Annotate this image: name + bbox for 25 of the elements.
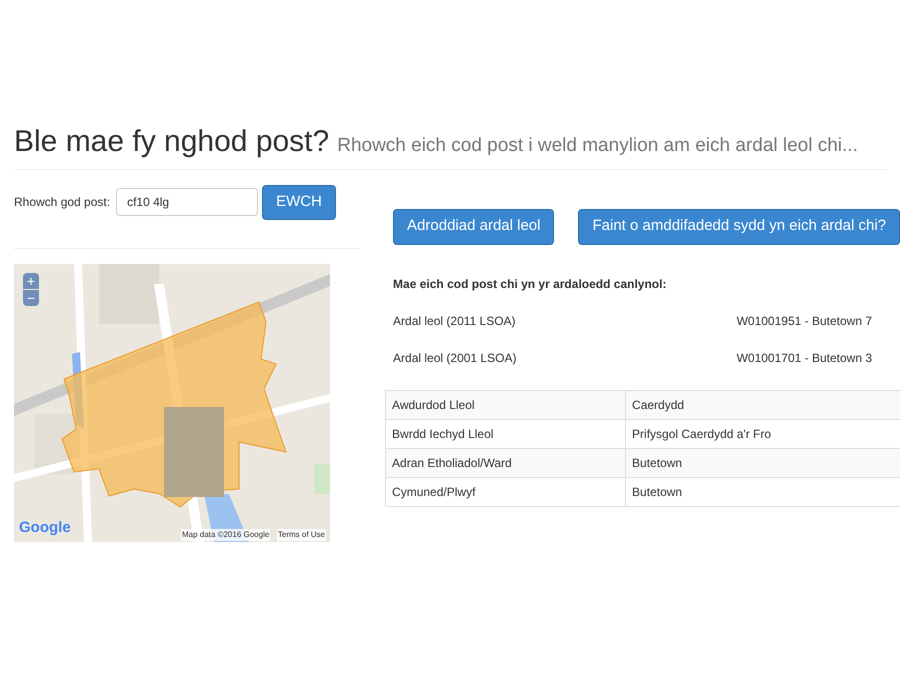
page-subtitle: Rhowch eich cod post i weld manylion am eich ardal leol chi...: [337, 134, 858, 158]
table-cell: Prifysgol Caerdydd a'r Fro: [626, 419, 900, 448]
postcode-label: Rhowch god post:: [14, 194, 110, 211]
zoom-out-button[interactable]: −: [23, 290, 39, 306]
map-logo: Google: [19, 518, 71, 538]
zoom-in-button[interactable]: +: [23, 272, 39, 288]
map-attribution: Map data ©2016 Google: [181, 528, 270, 540]
area-label: Ardal leol (2001 LSOA): [393, 350, 516, 366]
table-cell: Butetown: [626, 477, 900, 506]
action-button[interactable]: Faint o amddifadedd sydd yn eich ardal chi?: [578, 208, 900, 244]
area-label: Ardal leol (2011 LSOA): [393, 312, 516, 330]
table-cell: Caerdydd: [626, 390, 900, 419]
area-code: W01001951 - Butetown 7: [736, 312, 872, 330]
areas-heading: Mae eich cod post chi yn yr ardaloedd canlynol:: [393, 276, 668, 292]
postcode-field[interactable]: cf10 4lg: [116, 188, 258, 216]
table-cell: Bwrdd Iechyd Lleol: [386, 419, 626, 448]
table-cell: Butetown: [626, 448, 900, 477]
terms-link[interactable]: Terms of Use: [276, 528, 326, 540]
table-cell: Cymuned/Plwyf: [386, 477, 626, 506]
action-button[interactable]: Adroddiad ardal leol: [393, 208, 554, 244]
go-button[interactable]: EWCH: [262, 184, 336, 220]
page-title: Ble mae fy nghod post?: [14, 124, 330, 160]
area-code: W01001701 - Butetown 3: [736, 350, 872, 366]
table-cell: Adran Etholiadol/Ward: [386, 448, 626, 477]
table-cell: Awdurdod Lleol: [386, 390, 626, 419]
